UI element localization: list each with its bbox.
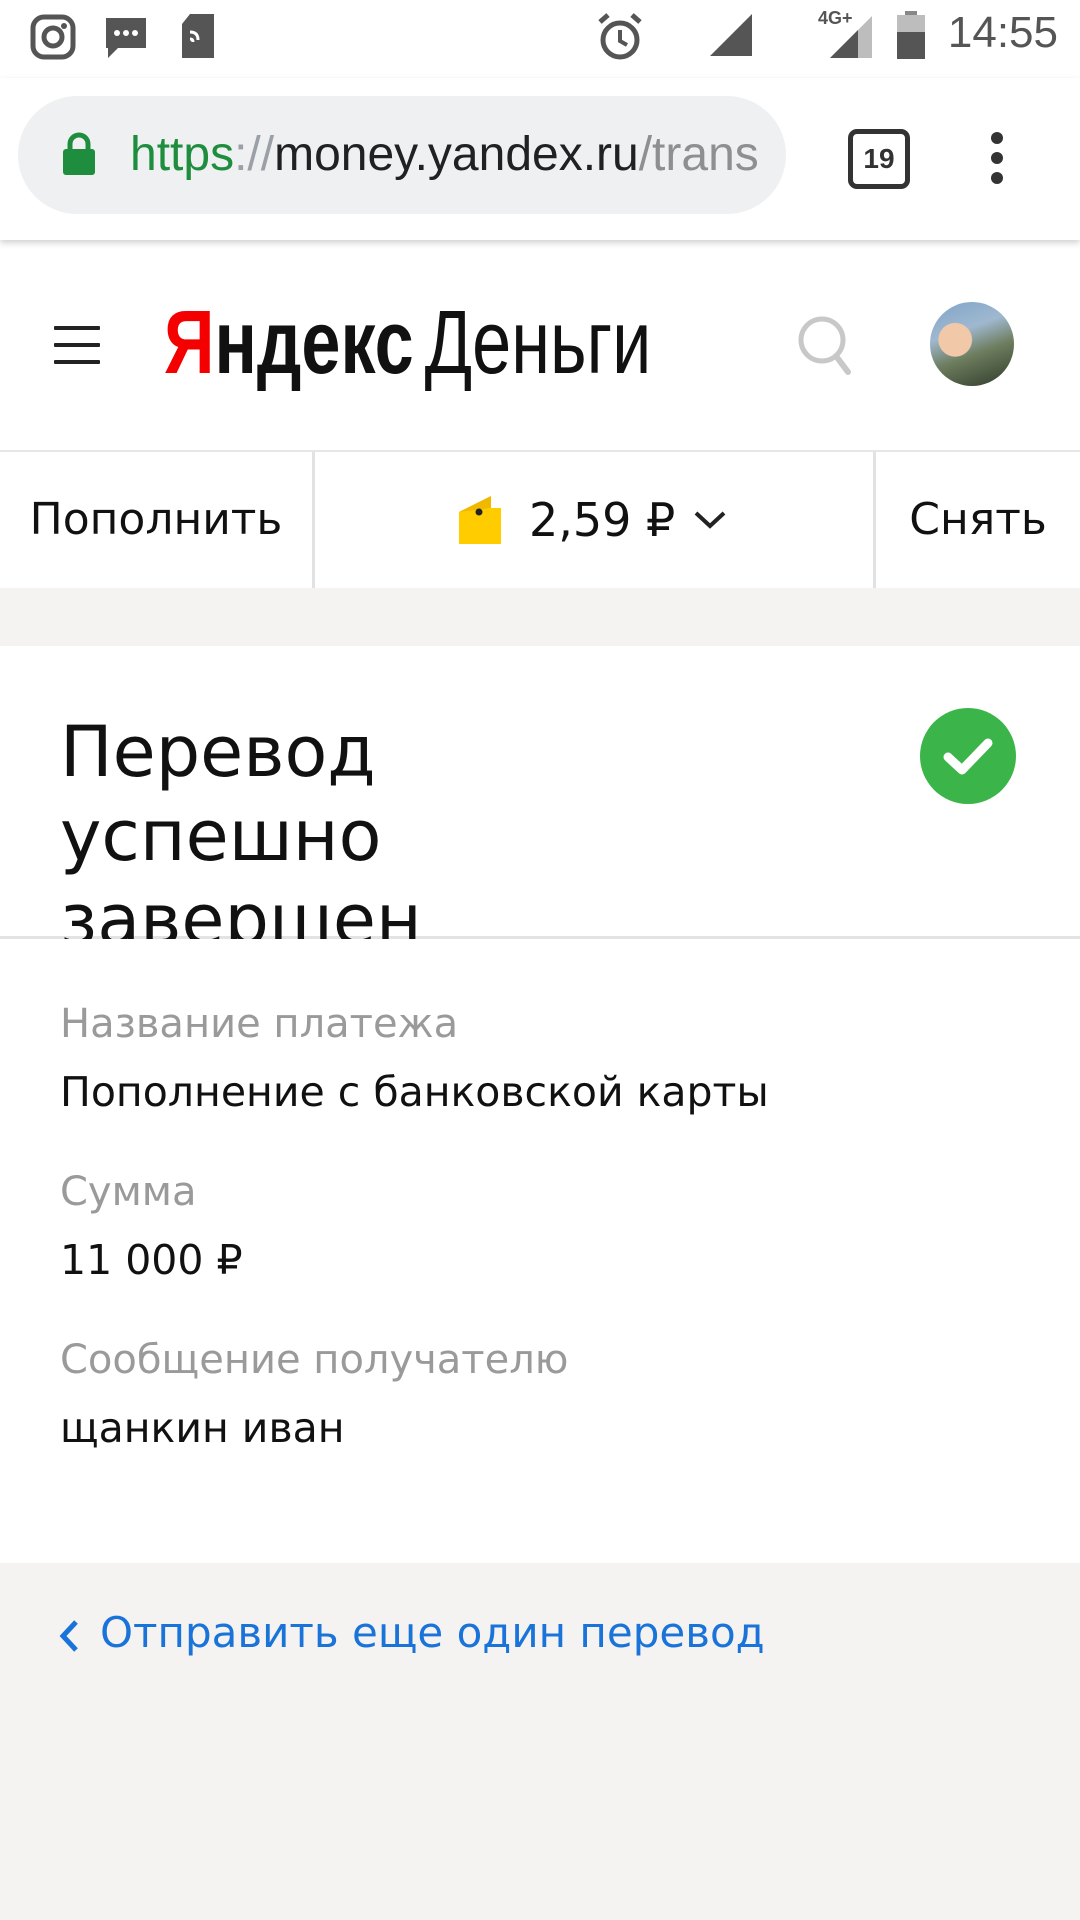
lock-icon xyxy=(63,132,95,175)
battery-icon xyxy=(897,11,925,59)
message-label: Сообщение получателю xyxy=(60,1337,569,1383)
browser-toolbar: https://money.yandex.ru/trans 19 xyxy=(0,78,1080,240)
transfer-status-card: Перевод успешно завершен xyxy=(0,646,1080,961)
status-bar: 4G+ 14:55 xyxy=(0,0,1080,78)
send-another-transfer-label: Отправить еще один перевод xyxy=(100,1608,765,1657)
clock: 14:55 xyxy=(947,8,1058,57)
page-title: Перевод успешно завершен xyxy=(60,711,422,961)
balance-bar: Пополнить 2,59 ₽ Снять xyxy=(0,450,1080,588)
alarm-icon xyxy=(598,13,642,60)
address-bar[interactable]: https://money.yandex.ru/trans xyxy=(18,96,786,214)
overflow-menu-icon[interactable] xyxy=(982,130,1012,186)
send-another-transfer-link[interactable]: Отправить еще один перевод xyxy=(58,1608,765,1657)
amount-value: 11 000 ₽ xyxy=(60,1236,243,1284)
app-header: Яндекс Деньги xyxy=(0,240,1080,450)
logo-money: Деньги xyxy=(424,293,652,393)
avatar[interactable] xyxy=(930,302,1014,386)
amount-label: Сумма xyxy=(60,1169,197,1215)
yandex-money-logo[interactable]: Яндекс Деньги xyxy=(164,288,651,398)
url-path: /trans xyxy=(638,128,759,181)
instagram-icon xyxy=(30,14,76,60)
message-value: щанкин иван xyxy=(60,1404,345,1452)
payment-name-label: Название платежа xyxy=(60,1001,459,1047)
withdraw-button[interactable]: Снять xyxy=(876,452,1080,588)
logo-ya: Я xyxy=(164,293,215,393)
payment-name-value: Пополнение с банковской карты xyxy=(60,1068,769,1116)
logo-ndeks: ндекс xyxy=(214,293,414,393)
wallet-icon xyxy=(459,496,501,544)
topup-button[interactable]: Пополнить xyxy=(0,452,315,588)
messages-icon xyxy=(106,18,146,58)
tab-switcher-button[interactable]: 19 xyxy=(848,129,910,189)
search-icon[interactable] xyxy=(796,314,854,378)
chevron-down-icon xyxy=(694,511,726,529)
sim-icon xyxy=(182,14,214,58)
success-check-icon xyxy=(920,708,1016,804)
balance-amount: 2,59 ₽ xyxy=(529,493,676,547)
url-separator: :// xyxy=(234,128,275,181)
payment-details: Название платежа Пополнение с банковской… xyxy=(0,939,1080,1563)
balance-dropdown[interactable]: 2,59 ₽ xyxy=(315,452,876,588)
url-scheme: https xyxy=(130,128,235,181)
hamburger-menu-icon[interactable] xyxy=(54,326,100,377)
signal-4g-icon xyxy=(830,16,872,58)
signal-icon xyxy=(710,14,752,56)
url-text: https://money.yandex.ru/trans xyxy=(130,120,770,190)
url-host: money.yandex.ru xyxy=(274,128,639,181)
chevron-left-icon xyxy=(59,1619,78,1652)
